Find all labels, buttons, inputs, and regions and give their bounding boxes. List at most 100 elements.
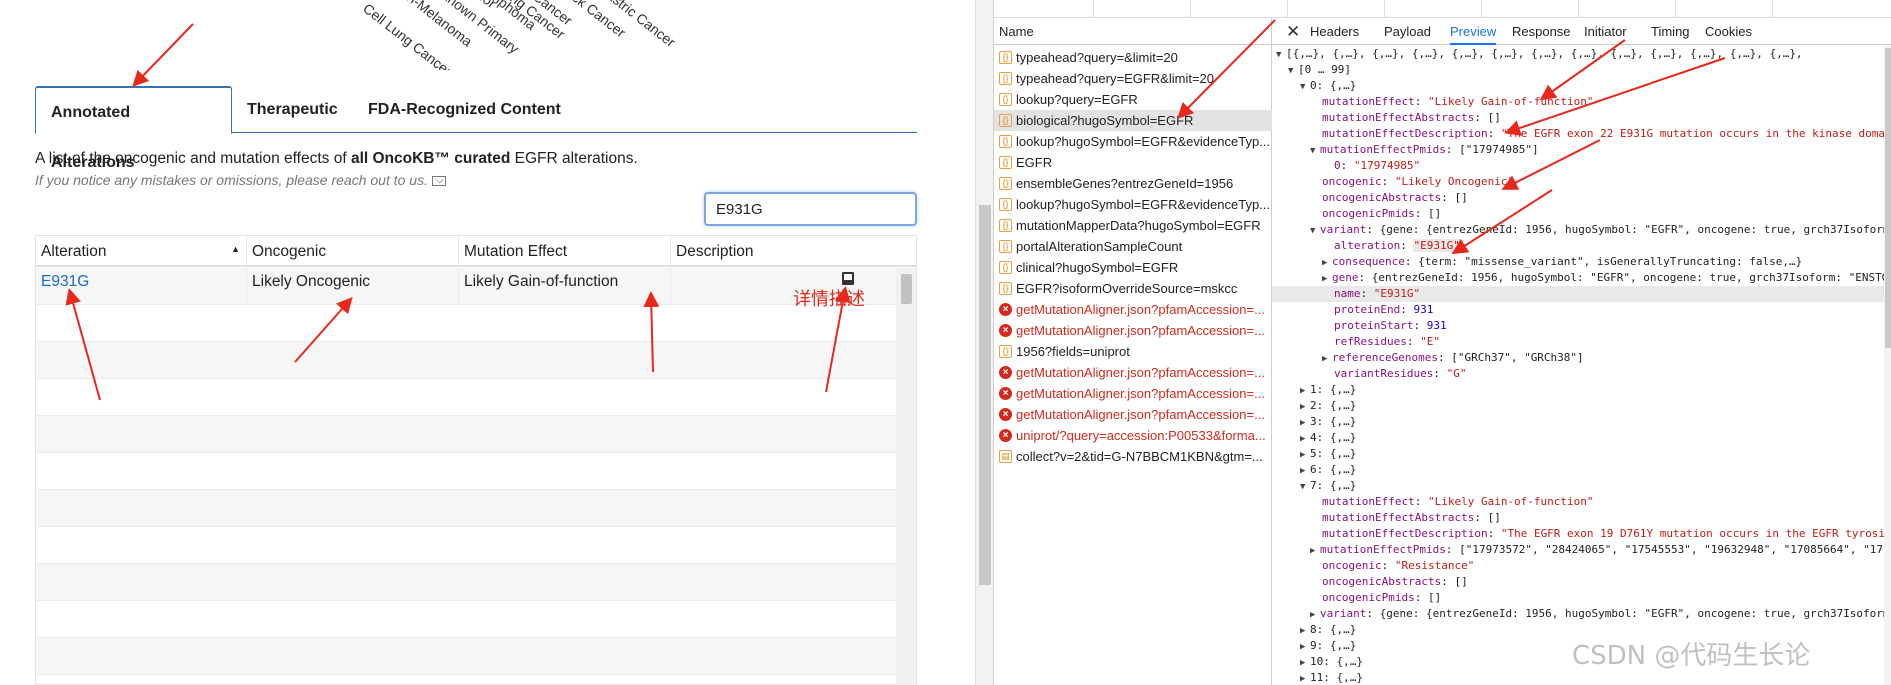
json-item-collapsed[interactable]: ▶ 5: {,…}	[1300, 446, 1356, 462]
request-row[interactable]: {} mutationMapperData?hugoSymbol=EGFR	[994, 215, 1272, 236]
tab-cookies[interactable]: Cookies	[1705, 18, 1752, 45]
tab-payload[interactable]: Payload	[1384, 18, 1431, 45]
json-item-collapsed[interactable]: ▶ 8: {,…}	[1300, 622, 1356, 638]
request-row[interactable]: {} portalAlterationSampleCount	[994, 236, 1272, 257]
table-scrollbar[interactable]	[896, 268, 916, 685]
request-row[interactable]: {} EGFR?isoformOverrideSource=mskcc	[994, 278, 1272, 299]
request-row[interactable]: × uniprot/?query=accession:P00533&forma..…	[994, 425, 1272, 446]
expand-triangle-icon[interactable]: ▼	[1288, 63, 1298, 79]
request-row[interactable]: {} typeahead?query=EGFR&limit=20	[994, 68, 1272, 89]
column-header-alteration[interactable]: Alteration	[36, 234, 247, 267]
request-row[interactable]: {} biological?hugoSymbol=EGFR	[994, 110, 1272, 131]
table-row[interactable]: E931G Likely Oncogenic Likely Gain-of-fu…	[36, 268, 896, 305]
json-item-collapsed[interactable]: ▶ 3: {,…}	[1300, 414, 1356, 430]
request-row[interactable]: ▤ collect?v=2&tid=G-N7BBCM1KBN&gtm=...	[994, 446, 1272, 467]
expand-triangle-icon[interactable]: ▼	[1300, 479, 1310, 495]
expand-triangle-icon[interactable]: ▶	[1300, 415, 1310, 431]
tab-response[interactable]: Response	[1512, 18, 1571, 45]
expand-triangle-icon[interactable]: ▼	[1300, 79, 1310, 95]
json-item-label: 1: {,…}	[1310, 383, 1357, 396]
json-root-line[interactable]: ▼ [{,…}, {,…}, {,…}, {,…}, {,…}, {,…}, {,…	[1276, 46, 1803, 62]
request-row[interactable]: × getMutationAligner.json?pfamAccession=.…	[994, 362, 1272, 383]
alteration-link[interactable]: E931G	[36, 268, 247, 305]
expand-triangle-icon[interactable]: ▶	[1300, 671, 1310, 685]
request-row[interactable]: {} typeahead?query=&limit=20	[994, 47, 1272, 68]
expand-triangle-icon[interactable]: ▼	[1276, 47, 1286, 63]
json-item-collapsed[interactable]: ▶ 11: {,…}	[1300, 670, 1363, 685]
request-name: mutationMapperData?hugoSymbol=EGFR	[1016, 218, 1261, 233]
expand-triangle-icon[interactable]: ▼	[1310, 223, 1320, 239]
expand-triangle-icon[interactable]: ▶	[1300, 431, 1310, 447]
page-scrollbar[interactable]	[975, 0, 993, 685]
request-row[interactable]: × getMutationAligner.json?pfamAccession=.…	[994, 383, 1272, 404]
request-row[interactable]: {} lookup?query=EGFR	[994, 89, 1272, 110]
table-row	[36, 453, 896, 490]
json-item-collapsed[interactable]: ▶ 1: {,…}	[1300, 382, 1356, 398]
request-row[interactable]: × getMutationAligner.json?pfamAccession=.…	[994, 299, 1272, 320]
tab-annotated-alterations[interactable]: Annotated Alterations	[35, 86, 232, 171]
json-field[interactable]: ▼ mutationEffectPmids: ["17974985"]	[1310, 142, 1539, 158]
mutation-effect-cell: Likely Gain-of-function	[459, 268, 671, 305]
json-value: 931	[1413, 303, 1434, 316]
expand-triangle-icon[interactable]: ▶	[1300, 383, 1310, 399]
request-row[interactable]: {} lookup?hugoSymbol=EGFR&evidenceTyp...	[994, 194, 1272, 215]
expand-triangle-icon[interactable]: ▶	[1300, 463, 1310, 479]
request-row[interactable]: × getMutationAligner.json?pfamAccession=.…	[994, 404, 1272, 425]
expand-triangle-icon[interactable]: ▶	[1310, 607, 1320, 623]
cancer-type-labels: Cell Lung Cancer Non-Melanoma Unknown Pr…	[360, 0, 720, 70]
tab-therapeutic[interactable]: Therapeutic	[232, 86, 353, 133]
alteration-search-input[interactable]	[704, 192, 917, 226]
expand-triangle-icon[interactable]: ▼	[1310, 143, 1320, 159]
json-field[interactable]: ▶ consequence: {term: "missense_variant",…	[1322, 254, 1802, 270]
network-request-list: Name {} typeahead?query=&limit=20 {} typeah…	[994, 18, 1272, 685]
json-field[interactable]: ▶ gene: {entrezGeneId: 1956, hugoSymbol: …	[1322, 270, 1884, 286]
expand-triangle-icon[interactable]: ▶	[1322, 271, 1332, 287]
expand-triangle-icon[interactable]: ▶	[1322, 255, 1332, 271]
expand-triangle-icon[interactable]: ▶	[1300, 655, 1310, 671]
json-item-collapsed[interactable]: ▶ 6: {,…}	[1300, 462, 1356, 478]
request-row[interactable]: × getMutationAligner.json?pfamAccession=.…	[994, 320, 1272, 341]
preview-scrollbar[interactable]	[1884, 46, 1891, 685]
tab-headers[interactable]: Headers	[1310, 18, 1359, 45]
request-row[interactable]: {} lookup?hugoSymbol=EGFR&evidenceTyp...	[994, 131, 1272, 152]
request-row[interactable]: {} ensembleGenes?entrezGeneId=1956	[994, 173, 1272, 194]
close-icon[interactable]: ✕	[1286, 22, 1300, 42]
json-item-label: 3: {,…}	[1310, 415, 1357, 428]
json-item-0[interactable]: ▼ 0: {,…}	[1300, 78, 1356, 94]
name-column-header[interactable]: Name	[994, 18, 1272, 45]
json-range-line[interactable]: ▼ [0 … 99]	[1288, 62, 1351, 78]
json-field[interactable]: ▶ mutationEffectPmids: ["17973572", "2842…	[1310, 542, 1884, 558]
json-item-collapsed[interactable]: ▶ 10: {,…}	[1300, 654, 1363, 670]
expand-triangle-icon[interactable]: ▶	[1300, 623, 1310, 639]
xhr-icon: {}	[999, 198, 1012, 211]
column-header-description[interactable]: Description	[671, 236, 771, 267]
expand-triangle-icon[interactable]: ▶	[1310, 543, 1320, 559]
tab-initiator[interactable]: Initiator	[1584, 18, 1627, 45]
json-value: []	[1427, 207, 1442, 220]
json-item-label: 10: {,…}	[1310, 655, 1363, 668]
tab-timing[interactable]: Timing	[1651, 18, 1690, 45]
request-row[interactable]: {} clinical?hugoSymbol=EGFR	[994, 257, 1272, 278]
expand-triangle-icon[interactable]: ▶	[1322, 351, 1332, 367]
tab-fda-recognized-content[interactable]: FDA-Recognized Content	[353, 86, 576, 133]
request-row[interactable]: {} EGFR	[994, 152, 1272, 173]
table-scrollbar-thumb[interactable]	[901, 274, 912, 304]
json-item-7[interactable]: ▼ 7: {,…}	[1300, 478, 1356, 494]
description-book-icon[interactable]	[842, 272, 854, 285]
expand-triangle-icon[interactable]: ▶	[1300, 447, 1310, 463]
json-field[interactable]: ▶ referenceGenomes: ["GRCh37", "GRCh38"]	[1322, 350, 1584, 366]
column-header-mutation-effect[interactable]: Mutation Effect	[459, 236, 671, 267]
expand-triangle-icon[interactable]: ▶	[1300, 399, 1310, 415]
json-item-collapsed[interactable]: ▶ 4: {,…}	[1300, 430, 1356, 446]
expand-triangle-icon[interactable]: ▶	[1300, 639, 1310, 655]
json-item-collapsed[interactable]: ▶ 2: {,…}	[1300, 398, 1356, 414]
column-header-oncogenic[interactable]: Oncogenic	[247, 236, 459, 267]
json-item-collapsed[interactable]: ▶ 9: {,…}	[1300, 638, 1356, 654]
json-field[interactable]: ▼ variant: {gene: {entrezGeneId: 1956, hu…	[1310, 222, 1884, 238]
tab-preview[interactable]: Preview	[1450, 18, 1497, 45]
page-scrollbar-thumb[interactable]	[979, 205, 991, 585]
request-row[interactable]: {} 1956?fields=uniprot	[994, 341, 1272, 362]
mail-icon[interactable]	[431, 176, 446, 187]
preview-scrollbar-thumb[interactable]	[1885, 48, 1891, 348]
json-field[interactable]: ▶ variant: {gene: {entrezGeneId: 1956, hu…	[1310, 606, 1884, 622]
